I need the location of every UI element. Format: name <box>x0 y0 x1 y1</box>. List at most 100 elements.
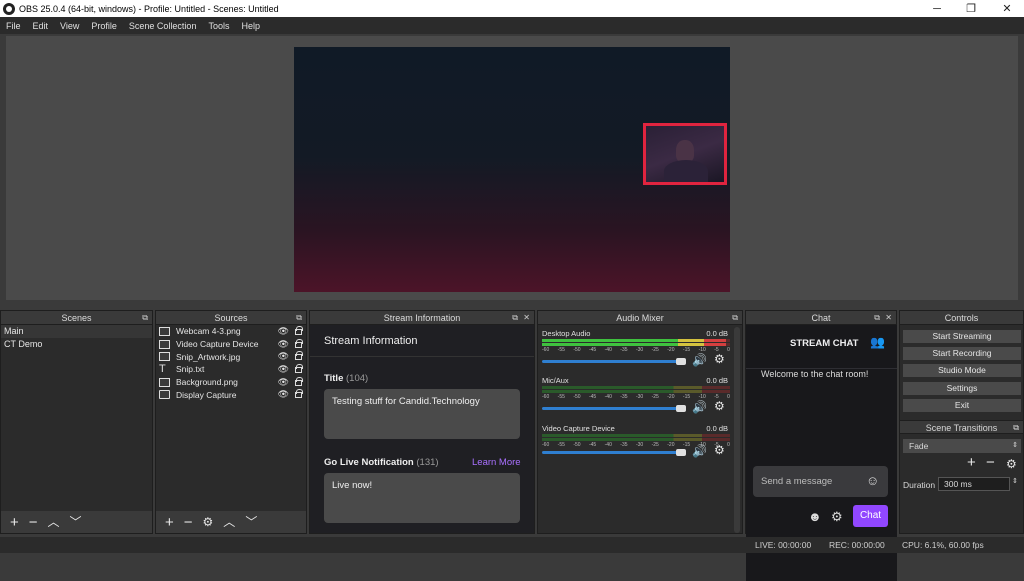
camera-icon <box>159 339 170 349</box>
meter-tick-label: -30 <box>635 394 644 400</box>
gear-icon[interactable]: ⚙ <box>714 352 725 366</box>
add-icon[interactable]: + <box>10 515 19 530</box>
move-up-icon[interactable]: ︿ <box>48 516 60 528</box>
move-down-icon[interactable]: ﹀ <box>245 516 257 528</box>
remove-icon[interactable]: − <box>29 515 38 530</box>
float-icon[interactable]: ⧉ <box>732 311 738 325</box>
menu-scene-collection[interactable]: Scene Collection <box>123 21 203 31</box>
gear-icon[interactable]: ⚙ <box>203 516 214 528</box>
studio-mode-button[interactable]: Studio Mode <box>903 364 1021 377</box>
gear-icon[interactable]: ⚙ <box>1006 457 1017 471</box>
duration-input[interactable]: 300 ms <box>938 477 1010 491</box>
title-input[interactable]: Testing stuff for Candid.Technology <box>324 389 520 439</box>
meter-tick-label: 0 <box>727 394 730 400</box>
gear-icon[interactable]: ⚙ <box>831 509 843 525</box>
gear-icon[interactable]: ⚙ <box>714 443 725 457</box>
close-icon[interactable]: ✕ <box>885 311 892 325</box>
add-icon[interactable]: + <box>165 515 174 530</box>
speaker-icon[interactable]: 🔊 <box>692 444 707 458</box>
source-item[interactable]: Display Capture 👁 <box>156 388 306 401</box>
eye-icon[interactable]: 👁 <box>278 339 289 350</box>
eye-icon[interactable]: 👁 <box>278 389 289 400</box>
lock-icon[interactable] <box>295 364 303 374</box>
menu-tools[interactable]: Tools <box>202 21 235 31</box>
mixer-channel: Video Capture Device 0.0 dB -60 -55 -50 -45… <box>542 424 730 458</box>
speaker-icon[interactable]: 🔊 <box>692 353 707 367</box>
move-down-icon[interactable]: ﹀ <box>70 516 82 528</box>
maximize-button[interactable]: ❐ <box>954 0 988 17</box>
move-up-icon[interactable]: ︿ <box>223 516 235 528</box>
volume-slider[interactable] <box>542 360 684 363</box>
meter-tick-label: -55 <box>557 347 565 353</box>
source-item[interactable]: T Snip.txt 👁 <box>156 363 306 376</box>
mixer-channel: Desktop Audio 0.0 dB -60 -55 -50 -45 -40 -35-… <box>542 329 730 367</box>
close-icon[interactable]: ✕ <box>523 311 530 325</box>
float-icon[interactable]: ⧉ <box>874 311 880 325</box>
float-icon[interactable]: ⧉ <box>142 311 148 325</box>
source-item[interactable]: Video Capture Device 👁 <box>156 338 306 351</box>
learn-more-link[interactable]: Learn More <box>472 457 521 468</box>
minimize-button[interactable]: ─ <box>920 0 954 17</box>
eye-icon[interactable]: 👁 <box>278 377 289 388</box>
remove-icon[interactable]: − <box>184 515 193 530</box>
close-button[interactable]: ✕ <box>990 0 1024 17</box>
transition-select[interactable]: Fade ⇕ <box>903 439 1021 453</box>
volume-knob[interactable] <box>676 449 686 456</box>
audio-mixer-title: Audio Mixer <box>616 313 664 323</box>
notification-input[interactable]: Live now! <box>324 473 520 523</box>
level-meter <box>542 339 730 342</box>
lock-icon[interactable] <box>295 376 303 386</box>
scene-item[interactable]: CT Demo <box>1 338 152 351</box>
eye-icon[interactable]: 👁 <box>278 364 289 375</box>
menu-edit[interactable]: Edit <box>27 21 55 31</box>
menu-profile[interactable]: Profile <box>85 21 123 31</box>
meter-tick-label: -55 <box>557 394 565 400</box>
chat-header: STREAM CHAT 👥 <box>746 325 897 369</box>
users-icon[interactable]: 👥 <box>870 335 885 349</box>
webcam-source-preview[interactable] <box>643 123 727 185</box>
add-icon[interactable]: + <box>967 454 976 471</box>
meter-tick-label: -40 <box>604 394 612 400</box>
source-item[interactable]: Background.png 👁 <box>156 376 306 389</box>
mixer-scrollbar[interactable] <box>734 327 740 533</box>
chat-input[interactable]: Send a message ☺ <box>753 466 888 497</box>
chat-send-button[interactable]: Chat <box>853 505 888 527</box>
volume-knob[interactable] <box>676 405 686 412</box>
settings-button[interactable]: Settings <box>903 382 1021 395</box>
speaker-icon[interactable]: 🔊 <box>692 400 707 414</box>
meter-tick-label: -30 <box>635 442 644 448</box>
image-icon <box>159 377 170 387</box>
remove-icon[interactable]: − <box>986 454 995 471</box>
start-streaming-button[interactable]: Start Streaming <box>903 330 1021 343</box>
lock-icon[interactable] <box>295 326 303 335</box>
volume-knob[interactable] <box>676 358 686 365</box>
gear-icon[interactable]: ⚙ <box>714 399 725 413</box>
start-recording-button[interactable]: Start Recording <box>903 347 1021 360</box>
menu-help[interactable]: Help <box>235 21 266 31</box>
float-icon[interactable]: ⧉ <box>296 311 302 325</box>
title-char-count: (104) <box>346 373 369 384</box>
meter-tick-label: -40 <box>604 347 612 353</box>
menu-view[interactable]: View <box>54 21 85 31</box>
lock-icon[interactable] <box>295 351 303 361</box>
float-icon[interactable]: ⧉ <box>1013 421 1019 435</box>
menu-file[interactable]: File <box>0 21 27 31</box>
meter-tick-label: -20 <box>667 394 675 400</box>
meter-tick-label: -15 <box>682 394 691 400</box>
float-icon[interactable]: ⧉ <box>512 311 518 325</box>
eye-icon[interactable]: 👁 <box>278 326 289 337</box>
exit-button[interactable]: Exit <box>903 399 1021 412</box>
bits-icon[interactable]: ☻ <box>808 509 822 524</box>
duration-spinner-icon[interactable]: ⇕ <box>1012 477 1018 485</box>
source-item[interactable]: Webcam 4-3.png 👁 <box>156 325 306 338</box>
scene-item[interactable]: Main <box>1 325 152 338</box>
chat-dock-title: Chat <box>811 313 831 323</box>
eye-icon[interactable]: 👁 <box>278 351 289 362</box>
emote-icon[interactable]: ☺ <box>866 473 879 488</box>
scenes-toolbar: + − ︿ ﹀ <box>1 511 152 533</box>
source-item[interactable]: Snip_Artwork.jpg 👁 <box>156 350 306 363</box>
volume-slider[interactable] <box>542 407 684 410</box>
lock-icon[interactable] <box>295 338 303 348</box>
volume-slider[interactable] <box>542 451 684 454</box>
lock-icon[interactable] <box>295 389 303 399</box>
